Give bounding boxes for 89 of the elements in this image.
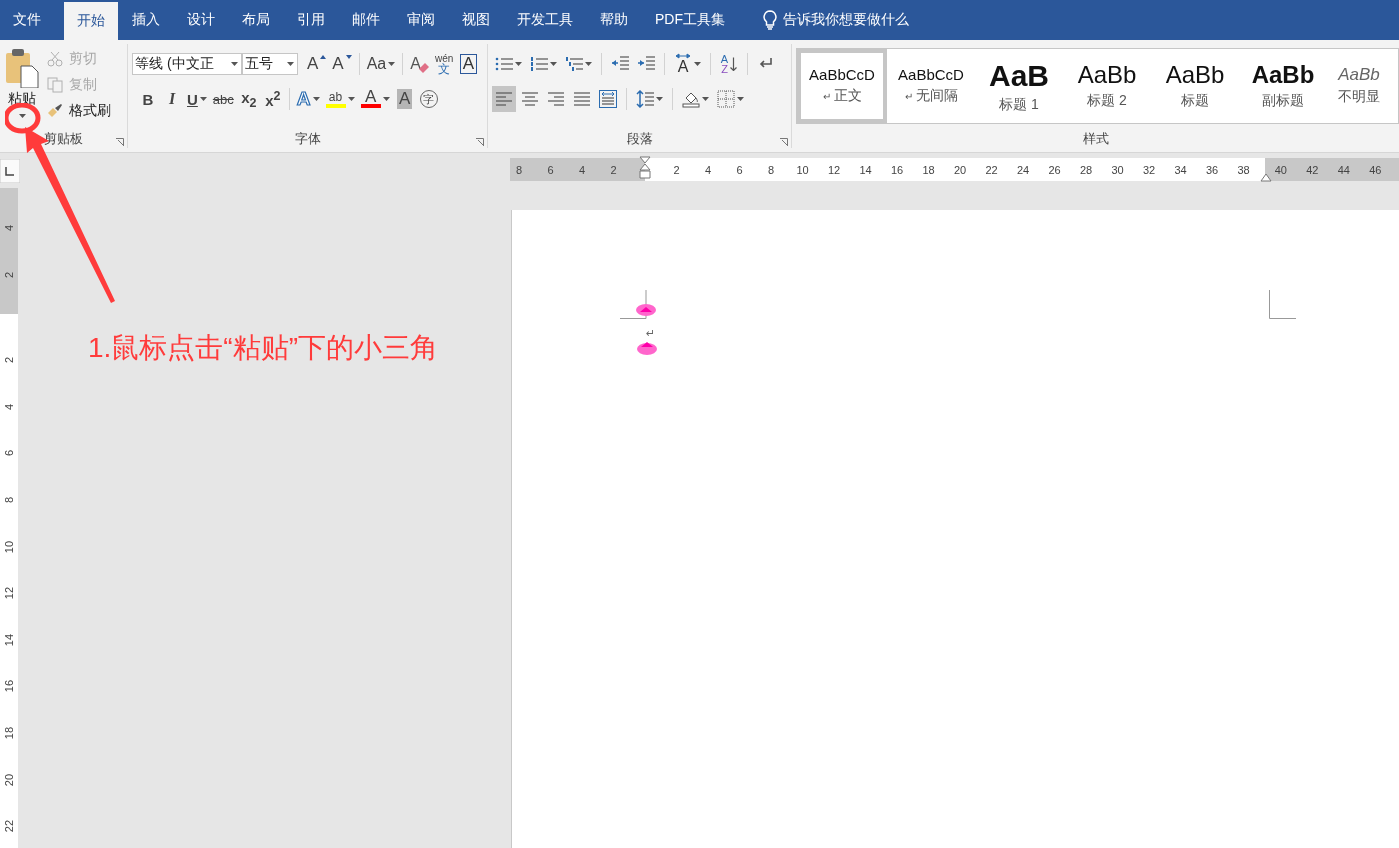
highlight-button[interactable]: ab xyxy=(322,86,358,112)
outdent-icon xyxy=(611,55,629,73)
indent-icon xyxy=(637,55,655,73)
ribbon-tab[interactable]: 视图 xyxy=(449,0,503,40)
format-painter-button[interactable]: 格式刷 xyxy=(44,98,114,124)
spacing-icon xyxy=(636,90,654,108)
caret-icon xyxy=(199,97,207,101)
crop-mark-icon xyxy=(620,290,647,319)
align-left-icon xyxy=(495,90,513,108)
bold-button[interactable]: B xyxy=(136,86,160,112)
ribbon-tab[interactable]: 邮件 xyxy=(339,0,393,40)
caret-icon xyxy=(382,97,390,101)
ribbon-tab[interactable]: 文件 xyxy=(0,0,54,40)
font-name-field[interactable]: 等线 (中文正 xyxy=(132,53,242,75)
horizontal-ruler: 8 6 4 2 2 4 6 8 10 12 14 16 18 20 22 24 26 28 30 32 34 36 38 40 42 44 46 xyxy=(510,158,1399,181)
caret-icon xyxy=(585,62,592,66)
clipboard-icon xyxy=(4,48,40,88)
ribbon-tab[interactable]: PDF工具集 xyxy=(642,0,738,40)
scissors-icon xyxy=(47,51,63,67)
shrink-button[interactable]: A xyxy=(329,51,355,77)
distribute-icon xyxy=(599,90,617,108)
ribbon-tab[interactable]: 引用 xyxy=(284,0,338,40)
ribbon-tab[interactable]: 帮助 xyxy=(587,0,641,40)
dialog-launcher-icon[interactable] xyxy=(780,138,788,146)
shading-icon xyxy=(682,90,700,108)
caret-icon xyxy=(737,97,744,101)
right-indent-marker[interactable] xyxy=(1260,174,1272,182)
caret-icon xyxy=(287,62,294,66)
ribbon-tab[interactable]: 布局 xyxy=(229,0,283,40)
selection-handle-icon[interactable] xyxy=(636,303,656,317)
phonetic-button[interactable]: wén 文 xyxy=(431,51,457,77)
group-label: 字体 xyxy=(294,131,321,146)
direction-arrows-icon xyxy=(674,53,692,59)
caret-icon xyxy=(312,97,320,101)
ribbon-tab[interactable]: 插入 xyxy=(119,0,173,40)
vertical-ruler: 4 2 2 4 6 8 10 12 14 16 18 20 22 xyxy=(0,188,18,848)
group-label: 样式 xyxy=(1082,131,1109,146)
align-left-button[interactable] xyxy=(492,86,516,112)
ribbon-tab[interactable]: 开始 xyxy=(64,2,118,40)
bullets-icon xyxy=(495,55,513,73)
caret-icon xyxy=(18,114,26,118)
paintbrush-icon xyxy=(47,103,63,119)
caret-icon xyxy=(550,62,557,66)
ribbon-tab[interactable]: 审阅 xyxy=(394,0,448,40)
caret-icon xyxy=(347,97,355,101)
caret-icon xyxy=(515,62,522,66)
caret-icon xyxy=(694,62,701,66)
numbering-icon xyxy=(530,55,548,73)
group-label: 段落 xyxy=(626,131,653,146)
clear-button[interactable]: A xyxy=(407,51,432,77)
multilevel-icon xyxy=(565,55,583,73)
selection-handle-icon[interactable] xyxy=(637,341,657,355)
dialog-launcher-icon[interactable] xyxy=(116,138,124,146)
font-size-field[interactable]: 五号 xyxy=(242,53,298,75)
grow-button[interactable]: A xyxy=(304,51,330,77)
sort-button[interactable]: A Z xyxy=(717,51,741,77)
paragraph-mark: ↵ xyxy=(646,327,656,340)
borders-icon xyxy=(717,90,735,108)
sup-button[interactable]: x$^{2}$ xyxy=(260,86,285,112)
tell-me-field[interactable]: 告诉我你想要做什么 xyxy=(783,11,909,29)
align-right-icon xyxy=(547,90,565,108)
underline-button[interactable]: U xyxy=(184,86,210,112)
case-button[interactable]: Aa xyxy=(363,51,399,77)
sub-button[interactable]: x$_{2}$ xyxy=(236,86,261,112)
dialog-launcher-icon[interactable] xyxy=(476,138,484,146)
down-caret-icon xyxy=(345,55,352,59)
up-caret-icon xyxy=(320,55,327,59)
direction-button[interactable]: A xyxy=(671,51,704,77)
tab-stop-selector-icon[interactable] xyxy=(0,159,20,183)
document-page[interactable]: ↵ xyxy=(511,210,1399,848)
copy-icon xyxy=(47,77,63,93)
ribbon-tab[interactable]: 设计 xyxy=(174,0,228,40)
align-center-icon xyxy=(521,90,539,108)
paste-button[interactable]: 粘贴 xyxy=(0,44,44,108)
color-button[interactable]: A xyxy=(357,86,393,112)
italic-button[interactable]: I xyxy=(160,86,184,112)
caret-icon xyxy=(388,62,396,66)
down-arrow-icon xyxy=(730,57,738,71)
lightbulb-icon xyxy=(763,10,777,30)
caret-icon xyxy=(231,62,238,66)
caret-icon xyxy=(702,97,709,101)
strike-button[interactable]: abc xyxy=(209,86,237,112)
justify-icon xyxy=(573,90,591,108)
crop-mark-icon xyxy=(1269,290,1296,319)
ribbon-tab[interactable]: 开发工具 xyxy=(504,0,586,40)
style-item[interactable]: AaBbCcD ↵ 正文 xyxy=(797,49,887,123)
group-label: 剪贴板 xyxy=(44,131,83,146)
annotation-text: 1.鼠标点击“粘贴”下的小三角 xyxy=(88,331,438,365)
caret-icon xyxy=(656,97,663,101)
